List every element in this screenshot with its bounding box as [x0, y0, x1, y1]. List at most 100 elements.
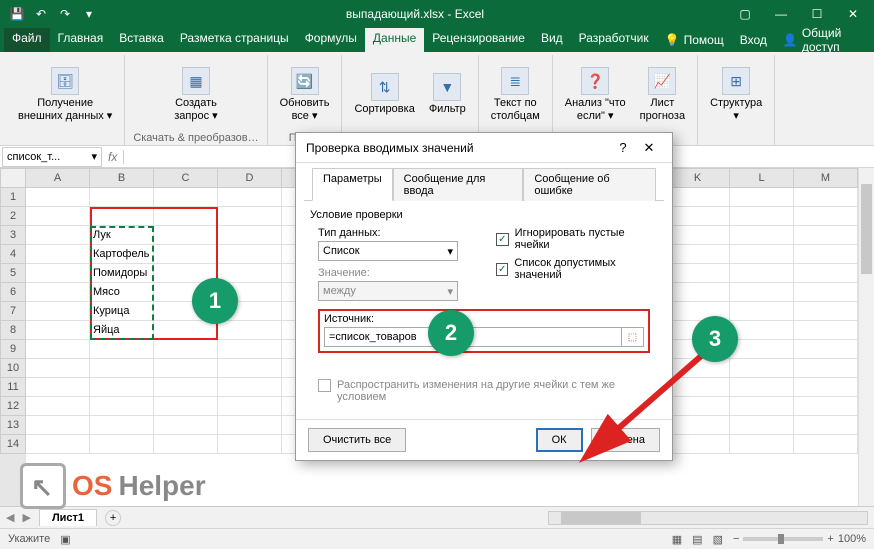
- sort-button[interactable]: ⇅Сортировка: [350, 71, 418, 117]
- macro-record-icon[interactable]: ▣: [60, 533, 70, 546]
- row-header[interactable]: 1: [0, 188, 26, 207]
- tab-file[interactable]: Файл: [4, 28, 50, 52]
- dialog-tab-input-message[interactable]: Сообщение для ввода: [393, 168, 524, 201]
- undo-icon[interactable]: ↶: [32, 5, 50, 23]
- structure-button[interactable]: ⊞Структура ▾: [706, 65, 766, 123]
- text-cols-icon: ≣: [501, 67, 529, 95]
- row-header[interactable]: 7: [0, 302, 26, 321]
- dialog-tab-error-alert[interactable]: Сообщение об ошибке: [523, 168, 656, 201]
- zoom-in-button[interactable]: +: [827, 533, 833, 545]
- view-pagebreak-icon[interactable]: ▧: [713, 533, 723, 546]
- clear-all-button[interactable]: Очистить все: [308, 428, 406, 452]
- cell[interactable]: Помидоры: [90, 264, 154, 283]
- col-header[interactable]: M: [794, 168, 858, 188]
- status-mode: Укажите: [8, 533, 50, 545]
- tab-layout[interactable]: Разметка страницы: [172, 28, 297, 52]
- tab-formulas[interactable]: Формулы: [297, 28, 365, 52]
- view-layout-icon[interactable]: ▤: [692, 533, 702, 546]
- filter-button[interactable]: ▼Фильтр: [425, 71, 470, 117]
- row-header[interactable]: 8: [0, 321, 26, 340]
- horizontal-scrollbar[interactable]: [548, 511, 868, 525]
- cell[interactable]: Лук: [90, 226, 154, 245]
- chevron-down-icon[interactable]: ▾: [91, 150, 97, 163]
- validation-criteria-label: Условие проверки: [310, 209, 658, 221]
- row-header[interactable]: 10: [0, 359, 26, 378]
- row-header[interactable]: 3: [0, 226, 26, 245]
- ribbon-opts-icon[interactable]: ▢: [732, 7, 758, 21]
- dialog-help-button[interactable]: ?: [610, 137, 636, 159]
- refresh-all-button[interactable]: 🔄Обновить все ▾: [276, 65, 334, 123]
- get-external-data-button[interactable]: 🗄Получение внешних данных ▾: [14, 65, 116, 123]
- tab-insert[interactable]: Вставка: [111, 28, 172, 52]
- zoom-out-button[interactable]: −: [733, 533, 739, 545]
- maximize-icon[interactable]: ☐: [804, 7, 830, 21]
- col-header[interactable]: L: [730, 168, 794, 188]
- dialog-title: Проверка вводимых значений: [306, 141, 474, 155]
- col-header[interactable]: C: [154, 168, 218, 188]
- cell[interactable]: Курица: [90, 302, 154, 321]
- tab-home[interactable]: Главная: [50, 28, 112, 52]
- col-header[interactable]: B: [90, 168, 154, 188]
- sheet-tab-bar: ◀ ▶ Лист1 +: [0, 506, 874, 528]
- minimize-icon[interactable]: —: [768, 7, 794, 21]
- allow-label: Тип данных:: [318, 227, 480, 239]
- select-all-button[interactable]: [0, 168, 26, 188]
- in-cell-dropdown-checkbox[interactable]: ✓Список допустимых значений: [496, 257, 658, 281]
- title-bar: 💾 ↶ ↷ ▾ выпадающий.xlsx - Excel ▢ — ☐ ✕: [0, 0, 874, 28]
- sheet-nav-prev[interactable]: ◀: [6, 511, 14, 524]
- query-icon: ▦: [182, 67, 210, 95]
- text-to-columns-button[interactable]: ≣Текст по столбцам: [487, 65, 544, 123]
- row-header[interactable]: 6: [0, 283, 26, 302]
- tab-review[interactable]: Рецензирование: [424, 28, 533, 52]
- cell[interactable]: Картофель: [90, 245, 154, 264]
- fx-button[interactable]: fx: [102, 150, 124, 164]
- person-icon: 👤: [783, 33, 798, 47]
- annotation-arrow: [568, 340, 718, 470]
- row-header[interactable]: 2: [0, 207, 26, 226]
- redo-icon[interactable]: ↷: [56, 5, 74, 23]
- cell[interactable]: Яйца: [90, 321, 154, 340]
- col-header[interactable]: A: [26, 168, 90, 188]
- row-header[interactable]: 9: [0, 340, 26, 359]
- ignore-blank-checkbox[interactable]: ✓Игнорировать пустые ячейки: [496, 227, 658, 251]
- sort-icon: ⇅: [371, 73, 399, 101]
- save-icon[interactable]: 💾: [8, 5, 26, 23]
- new-query-button[interactable]: ▦Создать запрос ▾: [170, 65, 221, 123]
- tab-view[interactable]: Вид: [533, 28, 571, 52]
- name-box[interactable]: список_т...▾: [2, 147, 102, 167]
- row-header[interactable]: 12: [0, 397, 26, 416]
- source-label: Источник:: [324, 313, 644, 325]
- dialog-tab-settings[interactable]: Параметры: [312, 168, 393, 201]
- dialog-close-button[interactable]: ✕: [636, 137, 662, 159]
- zoom-slider[interactable]: [743, 537, 823, 541]
- cell[interactable]: Мясо: [90, 283, 154, 302]
- new-sheet-button[interactable]: +: [105, 510, 121, 526]
- row-header[interactable]: 5: [0, 264, 26, 283]
- row-header[interactable]: 13: [0, 416, 26, 435]
- sheet-tab[interactable]: Лист1: [39, 509, 97, 526]
- database-icon: 🗄: [51, 67, 79, 95]
- zoom-level[interactable]: 100%: [838, 533, 866, 545]
- view-normal-icon[interactable]: ▦: [672, 533, 682, 546]
- qat-dropdown-icon[interactable]: ▾: [80, 5, 98, 23]
- tab-help[interactable]: 💡Помощ: [657, 28, 732, 52]
- funnel-icon: ▼: [433, 73, 461, 101]
- row-header[interactable]: 11: [0, 378, 26, 397]
- sheet-nav-next[interactable]: ▶: [22, 511, 30, 524]
- close-icon[interactable]: ✕: [840, 7, 866, 21]
- tab-developer[interactable]: Разработчик: [571, 28, 657, 52]
- whatif-button[interactable]: ❓Анализ "что если" ▾: [561, 65, 630, 123]
- share-button[interactable]: 👤Общий доступ: [775, 28, 870, 52]
- tab-data[interactable]: Данные: [365, 28, 424, 52]
- row-header[interactable]: 14: [0, 435, 26, 454]
- vertical-scrollbar[interactable]: [858, 168, 874, 506]
- row-header[interactable]: 4: [0, 245, 26, 264]
- group-get-transform: Скачать & преобразов…: [133, 132, 258, 144]
- col-header[interactable]: D: [218, 168, 282, 188]
- col-header[interactable]: K: [666, 168, 730, 188]
- data-label: Значение:: [318, 267, 480, 279]
- forecast-sheet-button[interactable]: 📈Лист прогноза: [636, 65, 689, 123]
- chevron-down-icon: ▾: [447, 285, 453, 298]
- signin-button[interactable]: Вход: [732, 28, 775, 52]
- allow-select[interactable]: Список▾: [318, 241, 458, 261]
